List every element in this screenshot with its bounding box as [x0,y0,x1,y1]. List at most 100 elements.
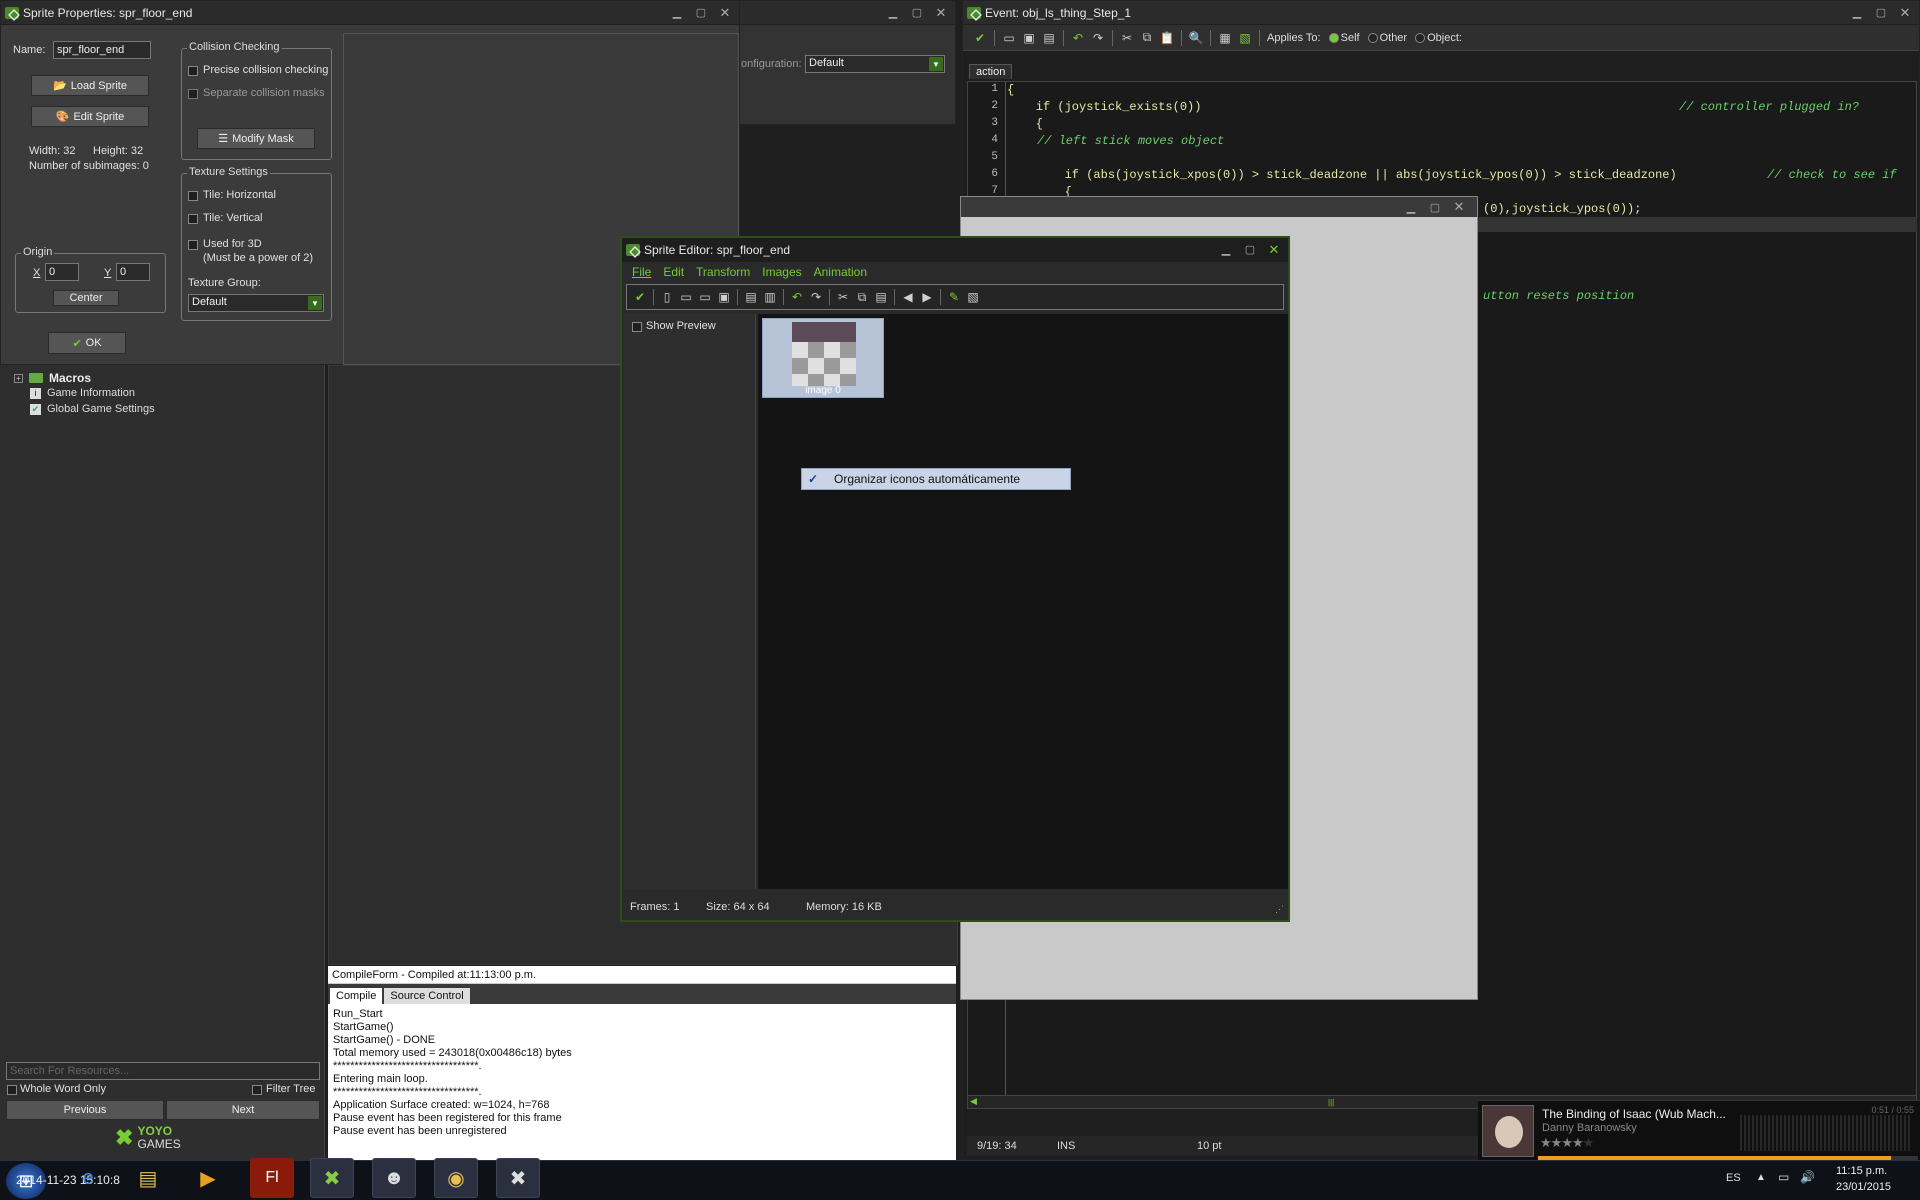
tile-horizontal-checkbox[interactable] [188,191,198,201]
redo-icon[interactable]: ↷ [1089,29,1107,47]
taskbar-gamemaker-icon-2[interactable]: ✖ [496,1158,540,1198]
folder-open-icon[interactable]: ▭ [677,288,695,306]
load-sprite-button[interactable]: 📂 Load Sprite [31,75,149,96]
volume-icon[interactable]: 🔊 [1800,1170,1815,1184]
radio-other[interactable] [1367,32,1378,43]
tree-item-macros[interactable]: + Macros [14,371,91,385]
new-icon[interactable]: ▯ [658,288,676,306]
language-indicator[interactable]: ES [1726,1172,1741,1184]
menu-images[interactable]: Images [762,265,801,279]
taskbar-gamemaker-icon[interactable]: ✖ [310,1158,354,1198]
star-empty-icon[interactable]: ★ [1583,1135,1595,1150]
close-icon[interactable]: ✕ [931,5,951,21]
minimize-icon[interactable]: ▁ [1847,5,1867,21]
radio-self[interactable] [1328,32,1339,43]
config-dropdown[interactable]: Default ▼ [805,55,945,73]
checkmark-icon[interactable]: ✔ [631,288,649,306]
clock-date[interactable]: 23/01/2015 [1836,1181,1891,1193]
minimize-icon[interactable]: ▁ [1216,242,1236,258]
taskbar-explorer-icon[interactable]: ▤ [126,1158,170,1198]
arrow-right-icon[interactable]: ▶ [918,288,936,306]
close-icon[interactable]: ✕ [1449,199,1469,215]
scroll-thumb[interactable]: ||| [1328,1098,1338,1107]
rating-stars[interactable]: ★★★★★ [1540,1135,1595,1151]
context-menu-item[interactable]: ✓ Organizar iconos automáticamente [801,468,1071,490]
filter-tree-checkbox[interactable] [252,1085,262,1095]
undo-icon[interactable]: ↶ [788,288,806,306]
save-icon[interactable]: ▣ [1020,29,1038,47]
radio-object[interactable] [1415,32,1426,43]
tile-vertical-checkbox[interactable] [188,214,198,224]
taskbar-ie-icon[interactable]: e [66,1158,110,1198]
cut-icon[interactable]: ✂ [834,288,852,306]
paste-icon[interactable]: ▤ [872,288,890,306]
menu-transform[interactable]: Transform [696,265,750,279]
center-button[interactable]: Center [53,290,119,306]
star-icon[interactable]: ★ [1551,1135,1563,1150]
layers-icon[interactable]: ▧ [964,288,982,306]
origin-x-field[interactable]: 0 [45,263,79,281]
close-icon[interactable]: ✕ [1895,5,1915,21]
export-icon[interactable]: ▧ [1236,29,1254,47]
precise-collision-checkbox[interactable] [188,66,198,76]
name-field[interactable]: spr_floor_end [53,41,151,59]
search-icon[interactable]: 🔍 [1187,29,1205,47]
resize-grip-icon[interactable]: ⋰ [1275,904,1284,915]
frames-area[interactable]: image 0 ✓ Organizar iconos automáticamen… [758,314,1288,889]
tab-compile[interactable]: Compile [330,988,383,1004]
star-icon[interactable]: ★ [1561,1135,1573,1150]
tray-arrow-icon[interactable]: ▲ [1756,1172,1766,1183]
network-icon[interactable]: ▭ [1778,1170,1789,1184]
maximize-icon[interactable]: ▢ [691,5,711,21]
star-icon[interactable]: ★ [1572,1135,1584,1150]
pencil-icon[interactable]: ✎ [945,288,963,306]
resource-search-input[interactable]: Search For Resources... [6,1062,320,1080]
save-icon[interactable]: ▣ [715,288,733,306]
code-tab-action[interactable]: action [969,64,1013,79]
paste-icon[interactable]: 📋 [1158,29,1176,47]
print-icon[interactable]: ▤ [1040,29,1058,47]
minimize-icon[interactable]: ▁ [667,5,687,21]
redo-icon[interactable]: ↷ [807,288,825,306]
tab-source-control[interactable]: Source Control [384,988,470,1004]
checkmark-icon[interactable]: ✔ [971,29,989,47]
tree-item-global-game-settings[interactable]: ✔ Global Game Settings [30,403,155,415]
arrow-left-icon[interactable]: ◀ [899,288,917,306]
duplicate-icon[interactable]: ▥ [761,288,779,306]
taskbar-app-icon[interactable]: ☻ [372,1158,416,1198]
texture-group-dropdown[interactable]: Default ▼ [188,294,324,312]
tree-item-game-information[interactable]: i Game Information [30,387,135,399]
expand-icon[interactable]: + [14,373,23,383]
maximize-icon[interactable]: ▢ [1240,242,1260,258]
previous-button[interactable]: Previous [6,1100,164,1120]
menu-animation[interactable]: Animation [814,265,867,279]
taskbar-media-icon[interactable]: ▶ [186,1158,230,1198]
add-from-file-icon[interactable]: ▭ [696,288,714,306]
origin-y-field[interactable]: 0 [116,263,150,281]
maximize-icon[interactable]: ▢ [1425,199,1445,215]
whole-word-checkbox[interactable] [7,1085,17,1095]
copy-icon[interactable]: ⧉ [853,288,871,306]
maximize-icon[interactable]: ▢ [1871,5,1891,21]
copy-icon[interactable]: ⧉ [1138,29,1156,47]
menu-edit[interactable]: Edit [663,265,684,279]
ok-button[interactable]: ✔ OK [48,332,126,354]
frame-thumbnail[interactable]: image 0 [762,318,884,398]
taskbar-chrome-icon[interactable]: ◉ [434,1158,478,1198]
close-icon[interactable]: ✕ [1264,242,1284,258]
menu-file[interactable]: File [632,265,651,279]
undo-icon[interactable]: ↶ [1069,29,1087,47]
minimize-icon[interactable]: ▁ [883,5,903,21]
taskbar-flash-icon[interactable]: Fl [250,1158,294,1198]
grid-icon[interactable]: ▦ [1216,29,1234,47]
next-button[interactable]: Next [166,1100,320,1120]
show-preview-checkbox[interactable] [632,322,642,332]
insert-icon[interactable]: ▤ [742,288,760,306]
modify-mask-button[interactable]: ☰ Modify Mask [197,128,315,149]
star-icon[interactable]: ★ [1540,1135,1552,1150]
maximize-icon[interactable]: ▢ [907,5,927,21]
cut-icon[interactable]: ✂ [1118,29,1136,47]
used-3d-checkbox[interactable] [188,240,198,250]
minimize-icon[interactable]: ▁ [1401,199,1421,215]
folder-open-icon[interactable]: ▭ [1000,29,1018,47]
